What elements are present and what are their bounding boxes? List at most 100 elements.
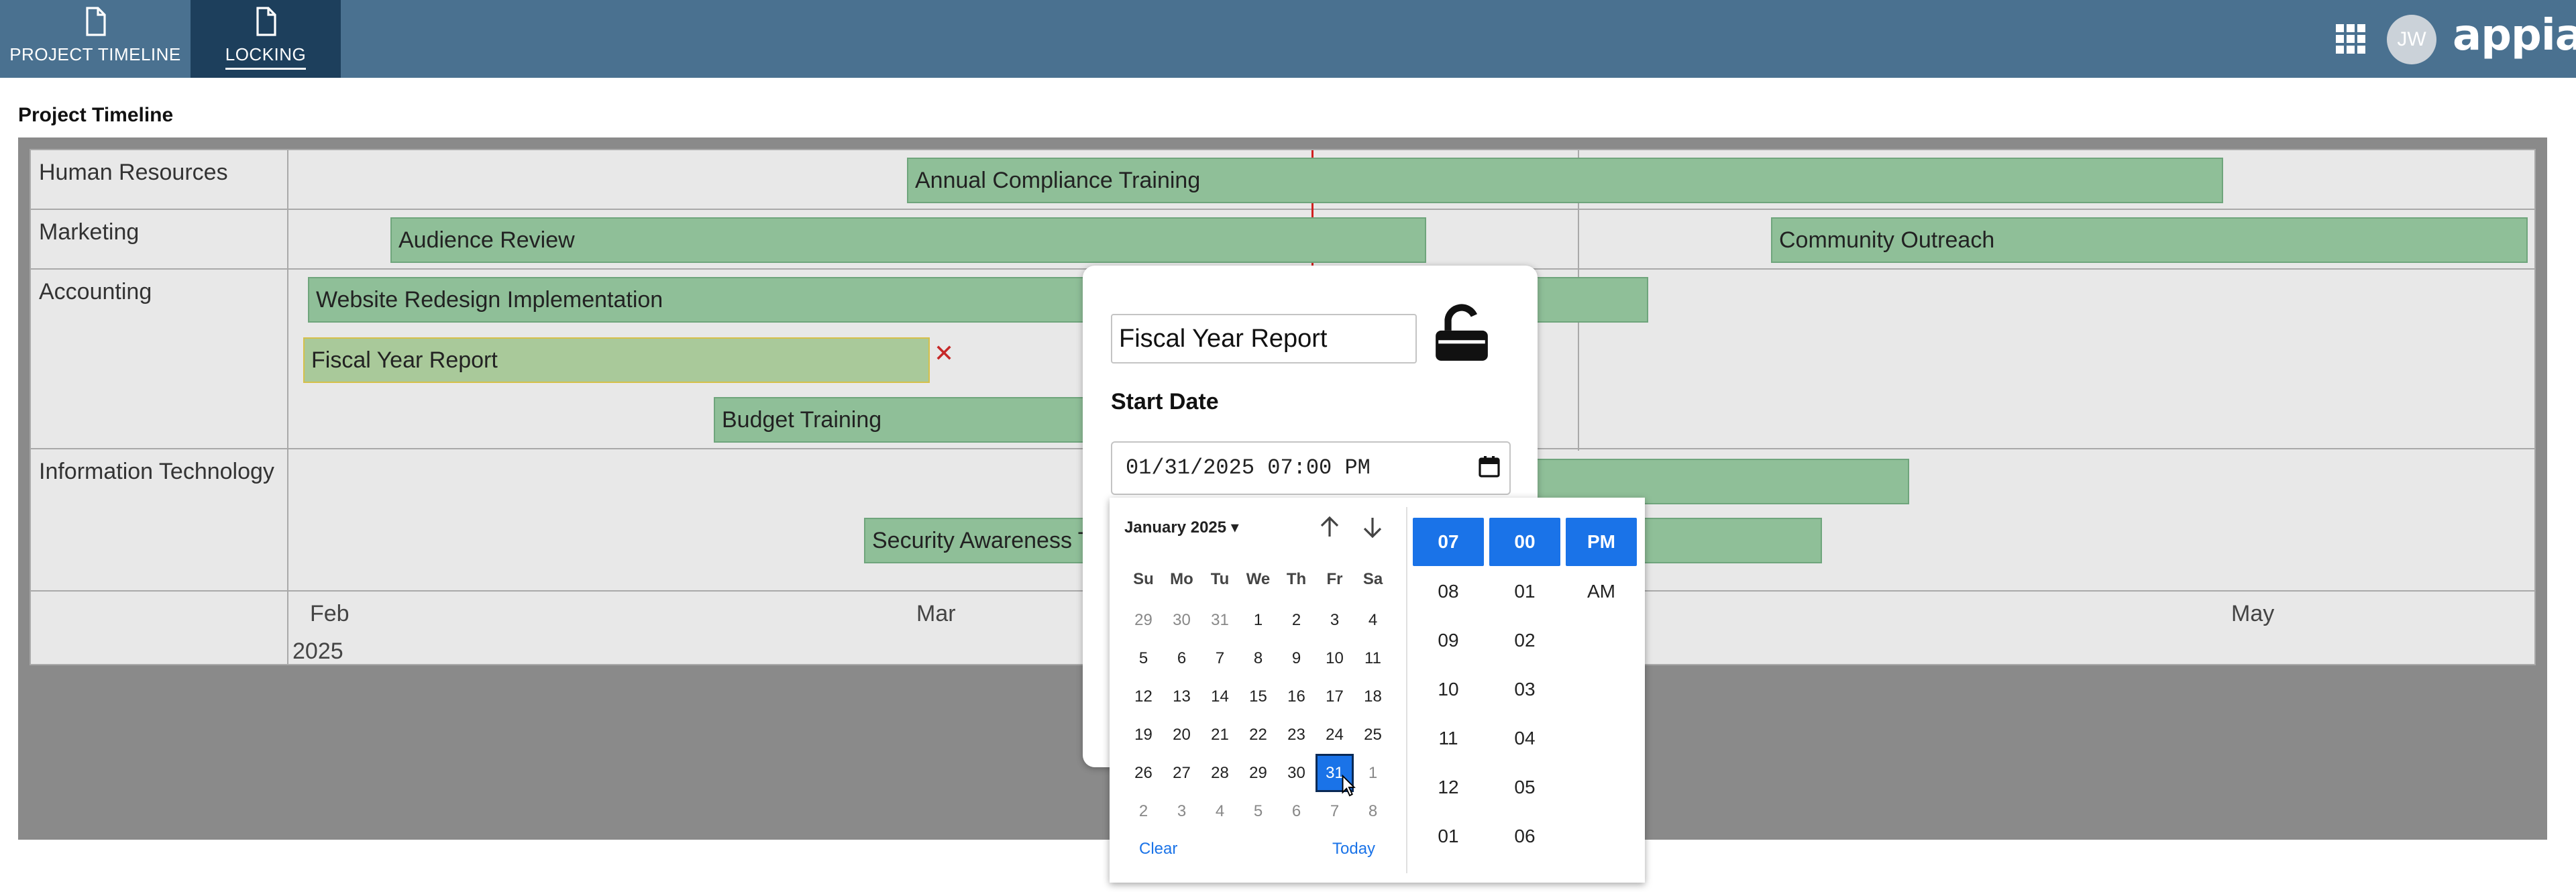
calendar-day[interactable]: 31 — [1201, 601, 1239, 639]
calendar-day[interactable]: 24 — [1316, 716, 1354, 754]
calendar-grid: Su Mo Tu We Th Fr Sa 29 30 31 1 2 3 4 5 … — [1124, 566, 1426, 830]
calendar-day[interactable]: 19 — [1124, 716, 1163, 754]
calendar-week: 12 13 14 15 16 17 18 — [1124, 677, 1426, 716]
minute-option[interactable]: 04 — [1489, 714, 1560, 763]
calendar-day[interactable]: 30 — [1163, 601, 1201, 639]
calendar-day[interactable]: 1 — [1239, 601, 1277, 639]
calendar-day[interactable]: 7 — [1316, 792, 1354, 830]
calendar-day[interactable]: 1 — [1354, 754, 1392, 792]
task-bar-audience-review[interactable]: Audience Review — [390, 217, 1426, 263]
calendar-day[interactable]: 9 — [1277, 639, 1316, 677]
calendar-day[interactable]: 14 — [1201, 677, 1239, 716]
hour-option-selected[interactable]: 07 — [1413, 518, 1484, 566]
hour-option[interactable]: 09 — [1413, 616, 1484, 665]
minute-option[interactable]: 02 — [1489, 616, 1560, 665]
start-date-input[interactable]: 01/31/2025 07:00 PM — [1111, 441, 1511, 495]
calendar-day[interactable]: 10 — [1316, 639, 1354, 677]
calendar-day[interactable]: 5 — [1124, 639, 1163, 677]
clear-button[interactable]: Clear — [1139, 840, 1177, 858]
arrow-down-icon[interactable] — [1359, 514, 1386, 541]
task-bar-annual-compliance[interactable]: Annual Compliance Training — [907, 158, 2223, 203]
calendar-day[interactable]: 15 — [1239, 677, 1277, 716]
calendar-day[interactable]: 17 — [1316, 677, 1354, 716]
unlocked-lock-icon[interactable] — [1432, 303, 1492, 364]
today-button[interactable]: Today — [1332, 840, 1375, 858]
month-year-selector[interactable]: January 2025 ▾ — [1124, 518, 1239, 537]
apps-grid-icon[interactable] — [2336, 24, 2365, 54]
task-title-input[interactable]: Fiscal Year Report — [1111, 314, 1417, 364]
calendar-day[interactable]: 16 — [1277, 677, 1316, 716]
calendar-day[interactable]: 5 — [1239, 792, 1277, 830]
brand-logo: appian — [2453, 11, 2576, 60]
calendar-day[interactable]: 3 — [1163, 792, 1201, 830]
axis-month-label: Mar — [916, 601, 956, 626]
hour-option[interactable]: 08 — [1413, 567, 1484, 616]
calendar-day[interactable]: 30 — [1277, 754, 1316, 792]
tab-locking[interactable]: LOCKING — [191, 0, 341, 78]
task-bar-fiscal-year-report[interactable]: Fiscal Year Report — [303, 337, 930, 383]
calendar-week: 26 27 28 29 30 31 1 — [1124, 754, 1426, 797]
calendar-day[interactable]: 7 — [1201, 639, 1239, 677]
calendar-day[interactable]: 8 — [1354, 792, 1392, 830]
calendar-day[interactable]: 29 — [1124, 601, 1163, 639]
calendar-day[interactable]: 2 — [1124, 792, 1163, 830]
calendar-day[interactable]: 4 — [1201, 792, 1239, 830]
row-label: Marketing — [39, 219, 140, 245]
weekday-label: Tu — [1210, 570, 1230, 588]
period-option-selected[interactable]: PM — [1566, 518, 1637, 566]
calendar-day-selected[interactable]: 31 — [1316, 754, 1356, 797]
caret-down-icon: ▾ — [1230, 518, 1239, 537]
minute-option[interactable]: 03 — [1489, 665, 1560, 714]
minute-option-selected[interactable]: 00 — [1489, 518, 1560, 566]
row-label: Information Technology — [39, 459, 274, 484]
minute-column: 00 01 02 03 04 05 06 — [1489, 518, 1560, 860]
calendar-day[interactable]: 29 — [1239, 754, 1277, 792]
calendar-day[interactable]: 13 — [1163, 677, 1201, 716]
calendar-day[interactable]: 21 — [1201, 716, 1239, 754]
hour-option[interactable]: 12 — [1413, 763, 1484, 812]
axis-year-label: 2025 — [292, 638, 343, 664]
picker-divider — [1406, 507, 1407, 873]
hour-option[interactable]: 01 — [1413, 812, 1484, 860]
axis-month-label: May — [2231, 601, 2275, 626]
start-date-label: Start Date — [1111, 389, 1219, 414]
hour-column: 07 08 09 10 11 12 01 — [1413, 518, 1484, 860]
month-year-label: January 2025 — [1124, 518, 1227, 537]
calendar-day[interactable]: 8 — [1239, 639, 1277, 677]
calendar-day[interactable]: 26 — [1124, 754, 1163, 792]
calendar-day[interactable]: 6 — [1163, 639, 1201, 677]
page-title: Project Timeline — [18, 104, 174, 126]
tab-project-timeline[interactable]: PROJECT TIMELINE — [0, 0, 191, 78]
calendar-day[interactable]: 25 — [1354, 716, 1392, 754]
calendar-day[interactable]: 2 — [1277, 601, 1316, 639]
calendar-day[interactable]: 11 — [1354, 639, 1392, 677]
hour-option[interactable]: 10 — [1413, 665, 1484, 714]
minute-option[interactable]: 06 — [1489, 812, 1560, 860]
tab-label: PROJECT TIMELINE — [9, 44, 181, 64]
document-icon — [86, 7, 106, 36]
calendar-day[interactable]: 3 — [1316, 601, 1354, 639]
minute-option[interactable]: 05 — [1489, 763, 1560, 812]
remove-task-icon[interactable]: ✕ — [934, 339, 954, 368]
arrow-up-icon[interactable] — [1316, 514, 1343, 541]
calendar-day[interactable]: 4 — [1354, 601, 1392, 639]
task-bar-community-outreach[interactable]: Community Outreach — [1771, 217, 2528, 263]
user-avatar[interactable]: JW — [2387, 15, 2436, 64]
calendar-day[interactable]: 12 — [1124, 677, 1163, 716]
calendar-day[interactable]: 6 — [1277, 792, 1316, 830]
weekday-label: Su — [1133, 570, 1154, 588]
calendar-day[interactable]: 27 — [1163, 754, 1201, 792]
calendar-day[interactable]: 22 — [1239, 716, 1277, 754]
calendar-day[interactable]: 18 — [1354, 677, 1392, 716]
calendar-icon[interactable] — [1477, 455, 1501, 479]
calendar-week: 2 3 4 5 6 7 8 — [1124, 792, 1426, 830]
weekday-label: We — [1246, 570, 1271, 588]
minute-option[interactable]: 01 — [1489, 567, 1560, 616]
task-bar-budget-training[interactable]: Budget Training — [714, 397, 1116, 443]
hour-option[interactable]: 11 — [1413, 714, 1484, 763]
calendar-day[interactable]: 28 — [1201, 754, 1239, 792]
period-option[interactable]: AM — [1566, 567, 1637, 616]
start-date-value: 01/31/2025 07:00 PM — [1126, 455, 1371, 480]
calendar-day[interactable]: 23 — [1277, 716, 1316, 754]
calendar-day[interactable]: 20 — [1163, 716, 1201, 754]
